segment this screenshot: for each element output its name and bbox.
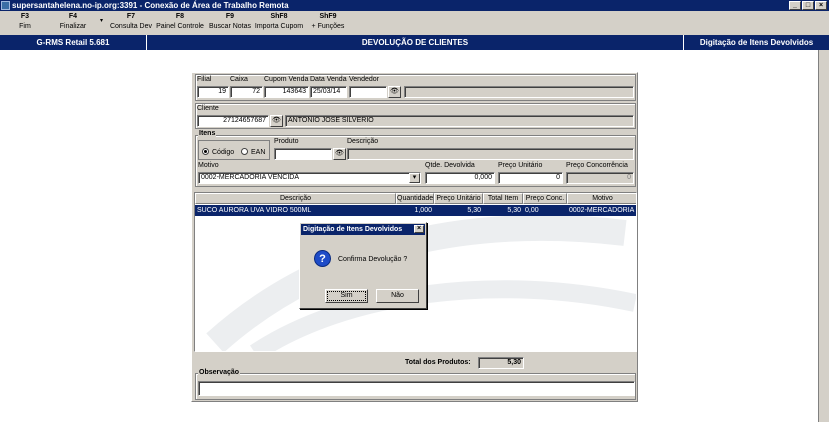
preco-unitario-label: Preço Unitário: [498, 162, 543, 169]
preco-concorrencia-field: 0: [566, 172, 634, 184]
vendedor-field[interactable]: [349, 86, 387, 98]
no-button[interactable]: Não: [376, 289, 419, 303]
descricao-label: Descrição: [347, 138, 379, 145]
cliente-code-field[interactable]: 27124657687: [197, 115, 269, 127]
caixa-field[interactable]: 72: [230, 86, 263, 98]
cell-quantidade: 1,000: [414, 207, 432, 214]
fkey-fim[interactable]: F3 Fim: [10, 11, 40, 35]
cell-total-item: 5,30: [507, 207, 521, 214]
maximize-button[interactable]: □: [802, 1, 814, 10]
codigo-radio[interactable]: [202, 148, 209, 155]
yes-button[interactable]: Sim: [325, 289, 368, 303]
motivo-label: Motivo: [198, 162, 219, 169]
itens-label: Itens: [198, 130, 217, 137]
col-header-total-item[interactable]: Total Item: [483, 193, 523, 204]
qtde-label: Qtde. Devolvida: [425, 162, 475, 169]
cell-preco-conc: 0,00: [525, 207, 539, 214]
col-header-preco-unitario[interactable]: Preço Unitário: [434, 193, 483, 204]
chevron-down-icon[interactable]: ▾: [409, 173, 420, 183]
binoculars-icon[interactable]: 👁: [333, 148, 346, 160]
vendedor-name-field: [404, 86, 634, 98]
ean-radio[interactable]: [241, 148, 248, 155]
col-header-motivo[interactable]: Motivo: [567, 193, 636, 204]
context-title: Digitação de Itens Devolvidos: [699, 38, 814, 47]
window-title: supersantahelena.no-ip.org:3391 - Conexã…: [12, 1, 289, 10]
close-button[interactable]: ×: [815, 1, 827, 10]
col-header-preco-conc[interactable]: Preço Conc.: [523, 193, 567, 204]
vendedor-label: Vendedor: [349, 76, 379, 83]
col-header-descricao[interactable]: Descrição: [195, 193, 396, 204]
cliente-label: Cliente: [197, 105, 219, 112]
fkey-importa-cupom[interactable]: ShF8 Importa Cupom: [254, 11, 304, 35]
cupom-label: Cupom Venda: [264, 76, 309, 83]
filial-field[interactable]: 19: [197, 86, 229, 98]
remote-desktop-icon: [1, 1, 10, 10]
fkey-finalizar[interactable]: F4 Finalizar: [56, 11, 90, 35]
data-venda-field[interactable]: 25/03/14: [310, 86, 347, 98]
preco-concorrencia-label: Preço Concorrência: [566, 162, 628, 169]
motivo-select[interactable]: 0002-MERCADORIA VENCIDA: [198, 172, 421, 184]
cell-descricao: SUCO AURORA UVA VIDRO 500ML: [197, 207, 312, 214]
binoculars-icon[interactable]: 👁: [388, 86, 401, 98]
observacao-label: Observação: [198, 369, 241, 376]
caixa-label: Caixa: [230, 76, 248, 83]
qtde-field[interactable]: 0,000: [425, 172, 495, 184]
header-bar: G-RMS Retail 5.681 DEVOLUÇÃO DE CLIENTES…: [0, 35, 829, 50]
fkey-buscar-notas[interactable]: F9 Buscar Notas: [207, 11, 253, 35]
produto-field[interactable]: [274, 148, 332, 160]
filial-label: Filial: [197, 76, 212, 83]
data-venda-label: Data Venda: [310, 76, 347, 83]
function-toolbar: F3 Fim F4 Finalizar ▾ F7 Consulta Dev F8 Pai…: [0, 11, 829, 35]
vertical-scrollbar[interactable]: [818, 50, 829, 422]
dialog-titlebar: Digitação de Itens Devolvidos: [301, 224, 425, 235]
preco-unitario-field[interactable]: 0: [498, 172, 563, 184]
total-label: Total dos Produtos:: [405, 359, 471, 366]
col-header-quantidade[interactable]: Quantidade: [396, 193, 434, 204]
cupom-field[interactable]: 143643: [264, 86, 309, 98]
dialog-message: Confirma Devolução ?: [338, 256, 408, 263]
table-row[interactable]: SUCO AURORA UVA VIDRO 500ML 1,000 5,30 5…: [195, 205, 636, 216]
app-version: G-RMS Retail 5.681: [0, 35, 147, 50]
total-field: 5,30: [478, 357, 524, 369]
fkey-consulta-dev[interactable]: F7 Consulta Dev: [108, 11, 154, 35]
screen-title: DEVOLUÇÃO DE CLIENTES: [147, 35, 684, 50]
binoculars-icon[interactable]: 👁: [270, 115, 283, 127]
cliente-name-field: ANTONIO JOSE SILVERIO: [285, 115, 634, 127]
confirm-dialog: Digitação de Itens Devolvidos × ? Confir…: [299, 222, 427, 309]
fkey-painel-controle[interactable]: F8 Painel Controle: [156, 11, 204, 35]
ean-radio-label: EAN: [251, 149, 266, 156]
cell-preco-unitario: 5,30: [467, 207, 481, 214]
dropdown-arrow-icon[interactable]: ▾: [100, 17, 103, 24]
minimize-button[interactable]: _: [789, 1, 801, 10]
observacao-field[interactable]: [198, 381, 635, 396]
codigo-radio-label: Código: [212, 149, 235, 156]
fkey-mais-funcoes[interactable]: ShF9 + Funções: [308, 11, 348, 35]
descricao-field: [347, 148, 634, 160]
produto-label: Produto: [274, 138, 299, 145]
dialog-close-button[interactable]: ×: [414, 225, 424, 233]
window-titlebar: supersantahelena.no-ip.org:3391 - Conexã…: [0, 0, 829, 11]
cell-motivo: 0002-MERCADORIA VE: [569, 207, 636, 214]
dialog-title: Digitação de Itens Devolvidos: [303, 226, 403, 233]
question-icon: ?: [314, 250, 331, 267]
